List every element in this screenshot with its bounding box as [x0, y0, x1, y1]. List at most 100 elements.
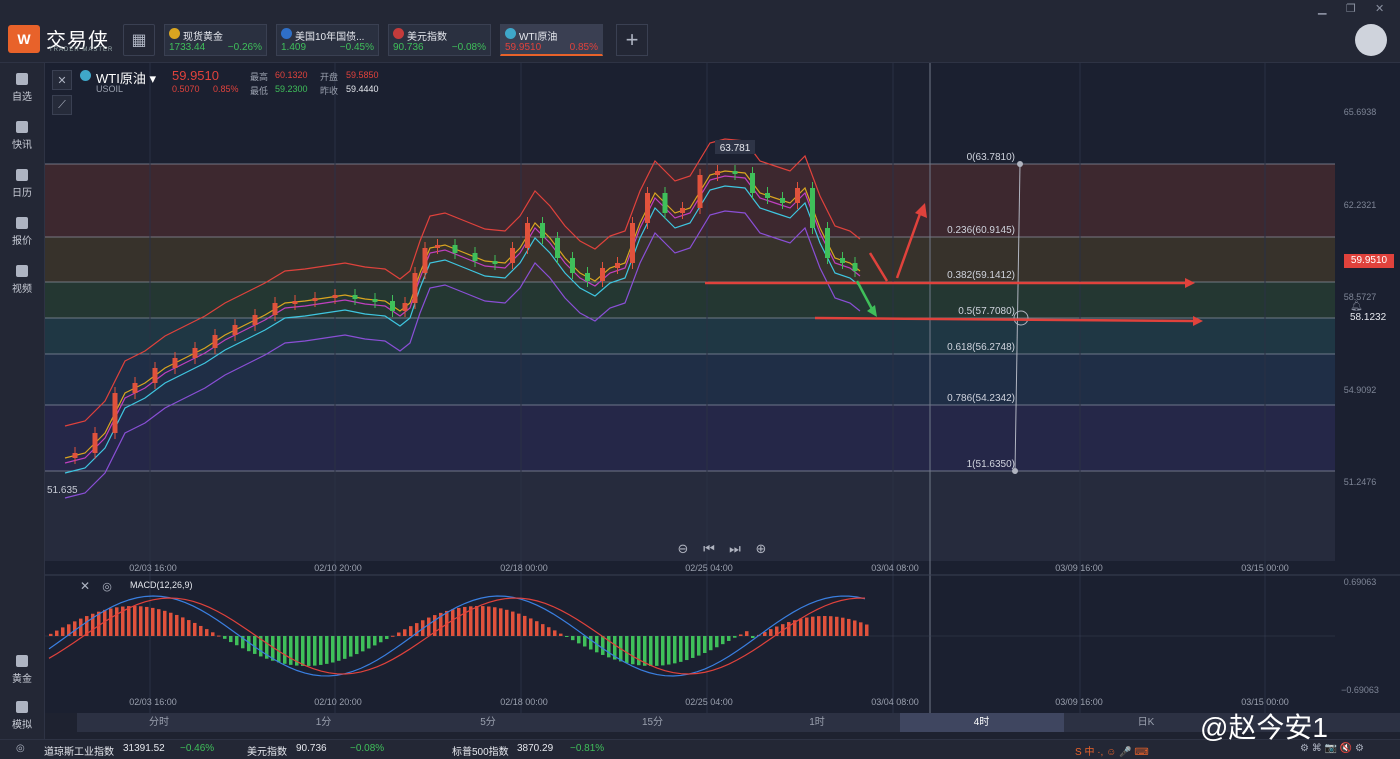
- macd-histogram-bar: [49, 633, 53, 636]
- price-axis-label: 65.6938: [1344, 107, 1377, 117]
- macd-histogram-bar: [151, 607, 155, 636]
- alert-price[interactable]: 🔔︎ 58.1232: [1350, 301, 1400, 323]
- macd-histogram-bar: [61, 627, 65, 636]
- macd-histogram-bar: [343, 636, 347, 659]
- sp-label[interactable]: 标普500指数: [452, 743, 509, 758]
- price-chart[interactable]: 0(63.7810) 0.236(60.9145) 0.382(59.1412) 0.…: [45, 63, 1400, 713]
- candle: [615, 263, 620, 268]
- macd-histogram-bar: [679, 636, 683, 662]
- sidebar-item[interactable]: 模拟: [0, 701, 44, 731]
- macd-histogram-bar: [169, 612, 173, 636]
- macd-histogram-bar: [721, 636, 725, 645]
- macd-histogram-bar: [577, 636, 581, 644]
- grid-layout-button[interactable]: ▦: [123, 24, 155, 56]
- sidebar-item[interactable]: 报价: [0, 217, 44, 247]
- video-icon: [16, 265, 28, 277]
- quote-tab[interactable]: WTI原油 59.9510 0.85%: [500, 24, 603, 56]
- prev-close-label: 昨收: [320, 86, 339, 96]
- quote-tab[interactable]: 美国10年国债... 1.409 −0.45%: [276, 24, 379, 56]
- user-avatar[interactable]: [1355, 24, 1387, 56]
- gold-icon: [16, 655, 28, 667]
- draw-tool-icon[interactable]: ⟋: [52, 95, 72, 115]
- peak-label: 63.781: [720, 143, 751, 154]
- macd-histogram-bar: [481, 606, 485, 636]
- macd-histogram-bar: [307, 636, 311, 666]
- sidebar-item[interactable]: 自选: [0, 73, 44, 103]
- timeframe-tab[interactable]: 15分: [571, 713, 735, 732]
- status-bar: ◎ 道琼斯工业指数 31391.52 −0.46% 美元指数 90.736 −0…: [0, 739, 1400, 759]
- time-axis-label: 02/18 00:00: [500, 697, 548, 707]
- quote-tab[interactable]: 现货黄金 1733.44 −0.26%: [164, 24, 267, 56]
- close-chart-icon[interactable]: ✕: [52, 70, 72, 90]
- candle: [795, 188, 800, 203]
- macd-histogram-bar: [475, 606, 479, 636]
- macd-histogram-bar: [457, 607, 461, 636]
- fib-handle: [1012, 468, 1018, 474]
- time-axis-label: 02/25 04:00: [685, 697, 733, 707]
- macd-histogram-bar: [643, 636, 647, 666]
- prev-icon[interactable]: ⏮: [703, 541, 715, 556]
- fib-label: 0(63.7810): [967, 152, 1015, 163]
- close-panel-icon[interactable]: ✕: [80, 579, 90, 593]
- timeframe-tab[interactable]: 5分: [406, 713, 570, 732]
- candle: [630, 223, 635, 263]
- macd-histogram-bar: [673, 636, 677, 664]
- macd-histogram-bar: [703, 636, 707, 654]
- macd-histogram-bar: [787, 622, 791, 636]
- zoom-in-icon[interactable]: ⊕: [756, 541, 767, 556]
- macd-histogram-bar: [181, 617, 185, 636]
- time-axis-label: 03/04 08:00: [871, 697, 919, 707]
- price-axis-label: 62.2321: [1344, 200, 1377, 210]
- restore-icon[interactable]: ❐: [1346, 2, 1356, 15]
- macd-histogram-bar: [367, 636, 371, 649]
- sidebar-item[interactable]: 日历: [0, 169, 44, 199]
- tab-change: −0.08%: [451, 42, 486, 53]
- timeframe-tab[interactable]: 1分: [242, 713, 406, 732]
- candle: [252, 315, 258, 325]
- macd-histogram-bar: [403, 629, 407, 636]
- sidebar-item[interactable]: 黄金: [0, 655, 44, 685]
- candle: [452, 245, 458, 253]
- sidebar: 自选快讯日历报价视频 黄金模拟: [0, 63, 45, 739]
- tab-name: 美国10年国债...: [295, 32, 365, 43]
- ime-toolbar[interactable]: S 中 ·, ☺ 🎤 ⌨: [1075, 743, 1149, 758]
- next-icon[interactable]: ⏭: [729, 541, 741, 556]
- symbol-icon: [80, 70, 91, 81]
- macd-histogram-bar: [163, 610, 167, 636]
- chart-area[interactable]: 0(63.7810) 0.236(60.9145) 0.382(59.1412) 0.…: [45, 63, 1400, 713]
- tab-name: WTI原油: [519, 32, 558, 43]
- minimize-icon[interactable]: ▁: [1318, 2, 1326, 15]
- quote-tab[interactable]: 美元指数 90.736 −0.08%: [388, 24, 491, 56]
- timeframe-tab[interactable]: 1时: [735, 713, 899, 732]
- candle: [585, 273, 590, 281]
- tab-name: 美元指数: [407, 32, 447, 43]
- candle: [332, 295, 338, 298]
- usd-value: 90.736: [296, 743, 327, 754]
- headset-icon[interactable]: ◎: [16, 743, 25, 754]
- usd-label[interactable]: 美元指数: [247, 743, 287, 758]
- close-window-icon[interactable]: ✕: [1375, 2, 1384, 15]
- macd-histogram-bar: [235, 636, 239, 646]
- candle: [750, 173, 755, 193]
- tab-symbol-icon: [393, 28, 404, 39]
- timeframe-tab[interactable]: 4时: [899, 713, 1064, 732]
- fib-label: 0.786(54.2342): [947, 393, 1015, 404]
- macd-histogram-bar: [337, 636, 341, 661]
- macd-histogram-bar: [379, 636, 383, 643]
- dow-label[interactable]: 道琼斯工业指数: [44, 743, 114, 758]
- macd-histogram-bar: [583, 636, 587, 647]
- candle: [780, 198, 785, 203]
- macd-histogram-bar: [319, 636, 323, 665]
- tab-change: −0.45%: [339, 42, 374, 53]
- macd-histogram-bar: [391, 635, 395, 637]
- sidebar-item[interactable]: 快讯: [0, 121, 44, 151]
- sp-value: 3870.29: [517, 743, 554, 754]
- add-tab-button[interactable]: +: [616, 24, 648, 56]
- macd-histogram-bar: [655, 636, 659, 666]
- sidebar-item[interactable]: 视频: [0, 265, 44, 295]
- settings-icon[interactable]: ◎: [102, 581, 112, 593]
- macd-histogram-bar: [397, 632, 401, 636]
- zoom-out-icon[interactable]: ⊖: [678, 541, 689, 556]
- time-axis-label: 02/03 16:00: [129, 697, 177, 707]
- timeframe-tab[interactable]: 分时: [77, 713, 241, 732]
